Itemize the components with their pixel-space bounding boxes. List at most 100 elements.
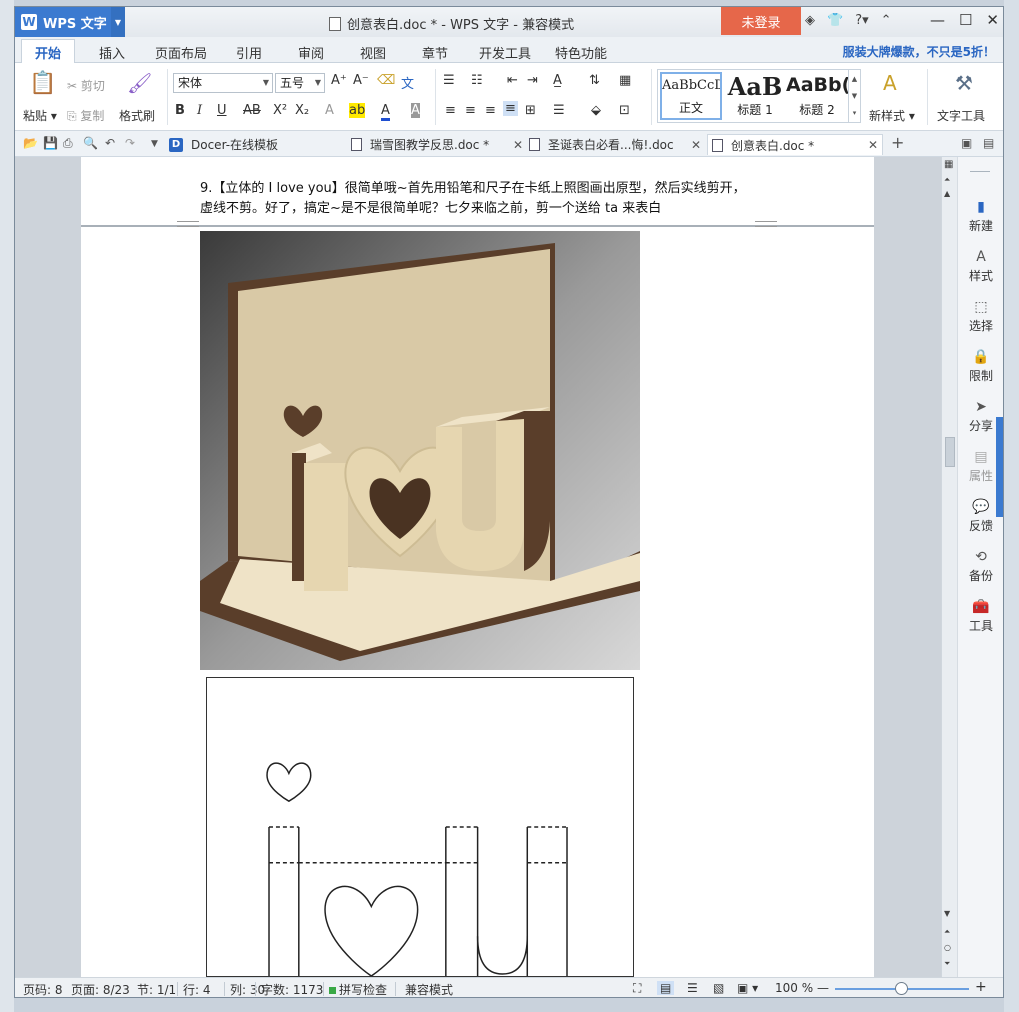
char-scale-icon[interactable]: A̲ — [553, 73, 562, 88]
task-restrict[interactable]: 🔒 限制 — [958, 349, 1003, 384]
task-backup[interactable]: ⟲ 备份 — [958, 549, 1003, 584]
font-name-select[interactable]: 宋体 ▼ — [173, 73, 273, 93]
collapse-ribbon-icon[interactable]: ⌃ — [881, 13, 892, 28]
document-area[interactable]: 9.【立体的 I love you】很简单哦~首先用铅笔和尺子在卡纸上照图画出原… — [15, 157, 941, 977]
zoom-out-icon[interactable]: — — [817, 981, 829, 995]
bullets-icon[interactable]: ☰ — [443, 73, 455, 88]
skin-icon[interactable]: ◈ — [805, 13, 815, 28]
close-icon[interactable]: ✕ — [986, 11, 999, 29]
wps-menu-button[interactable]: W WPS 文字 ▼ — [15, 7, 125, 37]
tab-review[interactable]: 审阅 — [298, 43, 324, 62]
tab-features[interactable]: 特色功能 — [555, 43, 607, 62]
zoom-slider-knob[interactable] — [895, 982, 908, 995]
font-size-select[interactable]: 五号 ▼ — [275, 73, 325, 93]
style-heading1[interactable]: AaB 标题 1 — [724, 72, 786, 120]
status-page[interactable]: 页面: 8/23 — [71, 981, 130, 997]
web-view-icon[interactable]: ▧ — [713, 981, 724, 995]
strikethrough-icon[interactable]: AB — [243, 103, 261, 118]
text-tools-icon[interactable]: ⚒ — [955, 71, 973, 95]
scroll-top-icon[interactable]: ⏶ — [944, 175, 950, 185]
line-spacing-icon[interactable]: ☰ — [553, 103, 565, 118]
clear-format-icon[interactable]: ⌫ — [377, 73, 395, 88]
phonetic-icon[interactable]: 文 — [401, 73, 414, 92]
chevron-down-icon[interactable]: ▼ — [111, 7, 125, 37]
status-section[interactable]: 节: 1/1 — [137, 981, 176, 997]
scroll-thumb[interactable] — [945, 437, 955, 467]
format-painter-icon[interactable]: 🖌 — [127, 71, 152, 95]
shrink-font-icon[interactable]: A⁻ — [353, 73, 369, 88]
tab-references[interactable]: 引用 — [236, 43, 262, 62]
paste-button[interactable]: 粘贴 ▾ — [23, 107, 57, 124]
text-effect-icon[interactable]: A — [325, 103, 334, 118]
tab-developer[interactable]: 开发工具 — [479, 43, 531, 62]
new-style-icon[interactable]: A — [883, 71, 897, 95]
paragraph[interactable]: 9.【立体的 I love you】很简单哦~首先用铅笔和尺子在卡纸上照图画出原… — [200, 179, 780, 219]
tab-list-icon[interactable]: ▣ — [961, 136, 972, 150]
zoom-in-icon[interactable]: + — [975, 979, 987, 995]
outline-view-icon[interactable]: ☰ — [687, 981, 698, 995]
help-button[interactable]: ?▾ — [855, 13, 868, 28]
sort-icon[interactable]: ⇅ — [589, 73, 600, 88]
read-mode-icon[interactable]: ▣ ▾ — [737, 981, 758, 995]
fullscreen-icon[interactable]: ⛶ — [633, 981, 641, 996]
subscript-icon[interactable]: X₂ — [295, 103, 309, 118]
redo-icon[interactable]: ↷ — [125, 136, 135, 150]
task-new[interactable]: ▮ 新建 — [958, 199, 1003, 234]
maximize-icon[interactable]: ☐ — [959, 11, 972, 29]
tab-home[interactable]: 开始 — [21, 39, 75, 64]
char-shading-icon[interactable]: A — [411, 103, 420, 118]
minimize-icon[interactable]: — — [930, 11, 945, 29]
status-col[interactable]: 列: 30 — [230, 981, 265, 997]
table-icon[interactable]: ▦ — [619, 73, 631, 88]
numbering-icon[interactable]: ☷ — [471, 73, 483, 88]
undo-icon[interactable]: ↶ — [105, 136, 115, 150]
open-icon[interactable]: 📂 — [23, 136, 38, 150]
font-color-icon[interactable]: A — [381, 103, 390, 121]
highlight-icon[interactable]: ab — [349, 103, 366, 118]
popup-card-photo[interactable] — [200, 231, 640, 670]
task-select[interactable]: ⬚ 选择 — [958, 299, 1003, 334]
doc-tab-active[interactable]: 创意表白.doc * ✕ — [707, 134, 883, 155]
text-tools-button[interactable]: 文字工具 — [937, 107, 985, 124]
task-tools[interactable]: 🧰 工具 — [958, 599, 1003, 634]
shading-icon[interactable]: ⬙ — [591, 103, 601, 118]
browse-object-icon[interactable]: ○ — [944, 943, 951, 952]
superscript-icon[interactable]: X² — [273, 103, 287, 118]
task-pane-handle[interactable] — [996, 417, 1003, 517]
new-style-button[interactable]: 新样式 ▾ — [869, 107, 915, 124]
split-view-icon[interactable]: ▦ — [944, 159, 953, 170]
scroll-up-icon[interactable]: ▲ — [944, 189, 950, 198]
spell-check-button[interactable]: 拼写检查 — [329, 981, 387, 997]
close-tab-icon[interactable]: ✕ — [868, 138, 878, 152]
justify-icon[interactable]: ≡ — [503, 101, 518, 116]
bold-icon[interactable]: B — [175, 103, 185, 118]
format-painter-button[interactable]: 格式刷 — [119, 107, 155, 124]
doc-tab-ruixue[interactable]: 瑞雪图教学反思.doc * ✕ — [351, 134, 527, 155]
zoom-level[interactable]: 100 % — [775, 981, 813, 995]
print-preview-icon[interactable]: 🔍 — [83, 136, 98, 150]
paste-icon[interactable]: 📋 — [29, 71, 56, 96]
cut-button[interactable]: ✂ 剪切 — [67, 77, 105, 94]
promo-link[interactable]: 服装大牌爆款，不只是5折！ — [843, 43, 995, 60]
close-tab-icon[interactable]: ✕ — [513, 138, 523, 152]
distribute-icon[interactable]: ⊞ — [525, 103, 536, 118]
grow-font-icon[interactable]: A⁺ — [331, 73, 347, 88]
status-page-code[interactable]: 页码: 8 — [23, 981, 63, 997]
tab-page-layout[interactable]: 页面布局 — [155, 43, 207, 62]
save-icon[interactable]: 💾 — [43, 136, 58, 150]
quick-access-menu-icon[interactable]: ▼ — [151, 139, 158, 149]
copy-button[interactable]: ⎘ 复制 — [67, 107, 104, 124]
tab-view[interactable]: 视图 — [360, 43, 386, 62]
print-icon[interactable]: ⎙ — [63, 136, 73, 151]
align-right-icon[interactable]: ≡ — [485, 103, 496, 118]
align-left-icon[interactable]: ≡ — [445, 103, 456, 118]
tab-close-all-icon[interactable]: ▤ — [983, 136, 994, 150]
decrease-indent-icon[interactable]: ⇤ — [507, 73, 518, 88]
page-view-icon[interactable]: ▤ — [657, 981, 675, 995]
template-diagram[interactable] — [206, 677, 634, 977]
status-row[interactable]: 行: 4 — [183, 981, 211, 997]
style-normal[interactable]: AaBbCcD 正文 — [660, 72, 722, 120]
status-word-count[interactable]: 字数: 1173 — [261, 981, 323, 997]
shirt-icon[interactable]: 👕 — [827, 13, 843, 28]
italic-icon[interactable]: I — [197, 103, 202, 118]
